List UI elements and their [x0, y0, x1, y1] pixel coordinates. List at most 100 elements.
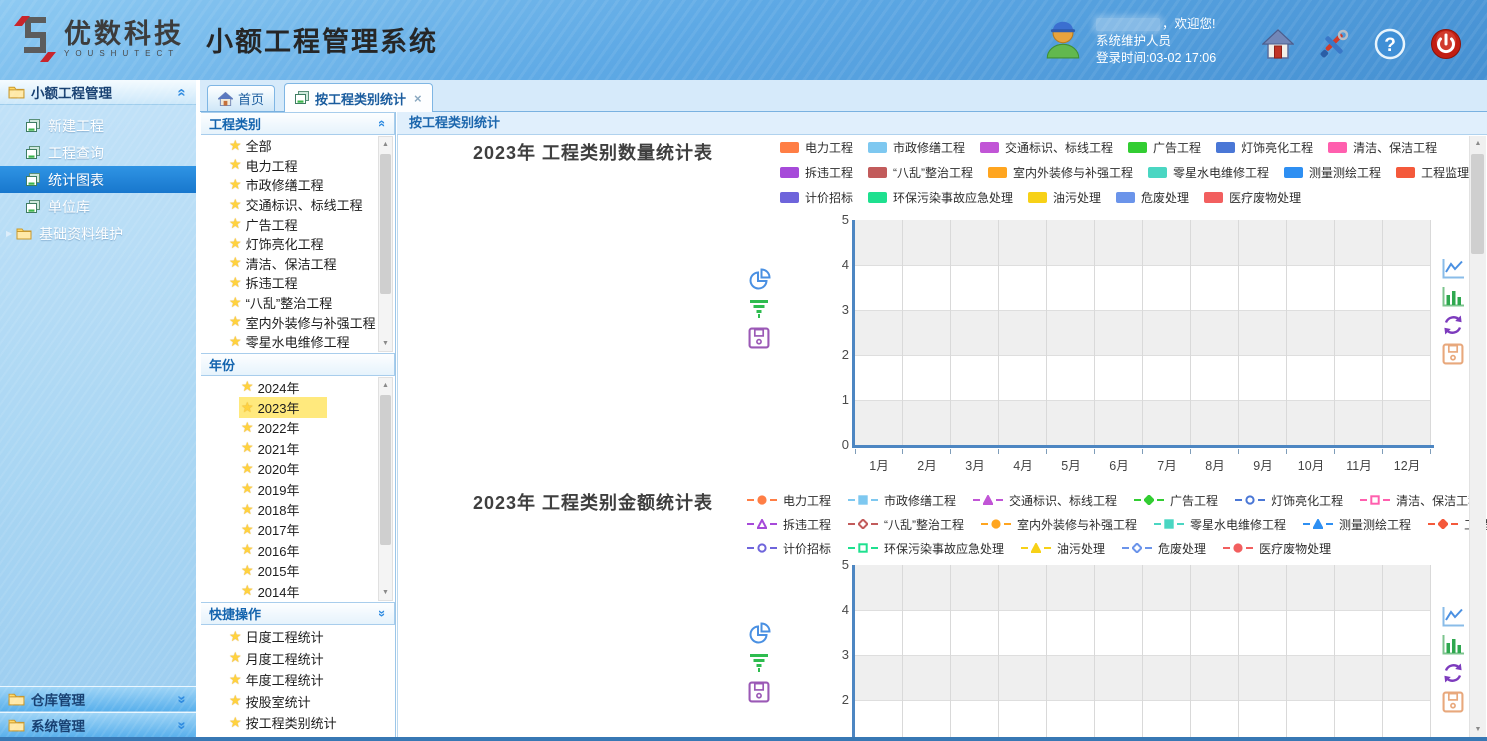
category-list-item-8[interactable]: ★“八乱”整治工程: [201, 293, 379, 313]
year-list-item-1[interactable]: ★2023年: [201, 397, 379, 417]
legend-item-测量测绘工程[interactable]: 测量测绘工程: [1284, 164, 1381, 181]
year-list-item-0[interactable]: ★2024年: [201, 377, 379, 397]
legend-item-市政修缮工程[interactable]: 市政修缮工程: [846, 492, 956, 509]
legend-item-“八乱”整治工程[interactable]: “八乱”整治工程: [846, 516, 964, 533]
year-list-item-9[interactable]: ★2015年: [201, 561, 379, 581]
legend-item-拆违工程[interactable]: 拆违工程: [780, 164, 853, 181]
scroll-down-icon[interactable]: ▼: [1470, 723, 1486, 736]
pie-chart-icon[interactable]: [748, 268, 774, 291]
legend-item-零星水电维修工程[interactable]: 零星水电维修工程: [1152, 516, 1286, 533]
sidebar-group-main[interactable]: 小额工程管理 «: [0, 80, 196, 105]
legend-item-医疗废物处理[interactable]: 医疗废物处理: [1204, 189, 1301, 206]
legend-item-交通标识、标线工程[interactable]: 交通标识、标线工程: [971, 492, 1117, 509]
legend-item-拆违工程[interactable]: 拆违工程: [745, 516, 831, 533]
legend-item-灯饰亮化工程[interactable]: 灯饰亮化工程: [1233, 492, 1343, 509]
line-chart-icon[interactable]: [1442, 606, 1466, 627]
scroll-up-icon[interactable]: ▲: [1470, 137, 1486, 150]
save-icon[interactable]: [748, 327, 774, 349]
tab-home[interactable]: 首页: [207, 85, 275, 111]
collapse-icon[interactable]: «: [173, 88, 190, 96]
legend-item-医疗废物处理[interactable]: 医疗废物处理: [1221, 540, 1331, 557]
home-icon[interactable]: [1262, 28, 1294, 60]
legend-item-广告工程[interactable]: 广告工程: [1128, 139, 1201, 156]
quick-list-item-4[interactable]: ★按工程类别统计: [201, 712, 379, 734]
save-icon[interactable]: [1442, 691, 1466, 713]
scroll-down-icon[interactable]: ▼: [379, 586, 392, 599]
expand-icon[interactable]: »: [173, 721, 190, 729]
year-panel-header[interactable]: 年份: [201, 353, 395, 376]
legend-item-计价招标[interactable]: 计价招标: [745, 540, 831, 557]
legend-item-测量测绘工程[interactable]: 测量测绘工程: [1301, 516, 1411, 533]
legend-item-“八乱”整治工程[interactable]: “八乱”整治工程: [868, 164, 973, 181]
main-scrollbar[interactable]: ▲ ▼: [1469, 136, 1486, 737]
sidebar-group-warehouse[interactable]: 仓库管理 »: [0, 686, 196, 711]
legend-item-清洁、保洁工程[interactable]: 清洁、保洁工程: [1328, 139, 1437, 156]
legend-item-零星水电维修工程[interactable]: 零星水电维修工程: [1148, 164, 1269, 181]
category-list-item-10[interactable]: ★零星水电维修工程: [201, 332, 379, 352]
legend-item-灯饰亮化工程[interactable]: 灯饰亮化工程: [1216, 139, 1313, 156]
legend-item-室内外装修与补强工程[interactable]: 室内外装修与补强工程: [988, 164, 1133, 181]
help-icon[interactable]: ?: [1374, 28, 1406, 60]
category-list-item-0[interactable]: ★全部: [201, 136, 379, 156]
year-list-item-3[interactable]: ★2021年: [201, 438, 379, 458]
category-list-item-2[interactable]: ★市政修缮工程: [201, 175, 379, 195]
year-list-item-2[interactable]: ★2022年: [201, 418, 379, 438]
year-list-item-8[interactable]: ★2016年: [201, 540, 379, 560]
tab-category-stats[interactable]: 按工程类别统计 ×: [284, 83, 433, 112]
category-scrollbar[interactable]: ▲ ▼: [378, 136, 393, 352]
legend-item-清洁、保洁工程[interactable]: 清洁、保洁工程: [1358, 492, 1480, 509]
sidebar-item-3[interactable]: 单位库: [0, 193, 196, 220]
category-list-item-4[interactable]: ★广告工程: [201, 214, 379, 234]
bar-chart-icon[interactable]: [1442, 286, 1466, 307]
save-icon[interactable]: [1442, 343, 1466, 365]
collapse-icon[interactable]: «: [375, 120, 390, 127]
legend-item-危废处理[interactable]: 危废处理: [1120, 540, 1206, 557]
legend-item-环保污染事故应急处理[interactable]: 环保污染事故应急处理: [868, 189, 1013, 206]
sidebar-item-1[interactable]: 工程查询: [0, 139, 196, 166]
refresh-icon[interactable]: [1442, 314, 1466, 336]
category-panel-header[interactable]: 工程类别 «: [201, 112, 395, 135]
close-icon[interactable]: ×: [414, 91, 422, 106]
category-list-item-3[interactable]: ★交通标识、标线工程: [201, 195, 379, 215]
quick-actions-header[interactable]: 快捷操作 »: [201, 602, 395, 625]
quick-list-item-3[interactable]: ★按股室统计: [201, 691, 379, 713]
legend-item-市政修缮工程[interactable]: 市政修缮工程: [868, 139, 965, 156]
scroll-up-icon[interactable]: ▲: [379, 138, 392, 151]
sidebar-item-2[interactable]: 统计图表: [0, 166, 196, 193]
scroll-down-icon[interactable]: ▼: [379, 337, 392, 350]
year-scrollbar[interactable]: ▲ ▼: [378, 377, 393, 601]
legend-item-交通标识、标线工程[interactable]: 交通标识、标线工程: [980, 139, 1113, 156]
bar-chart-icon[interactable]: [1442, 634, 1466, 655]
quick-list-item-0[interactable]: ★日度工程统计: [201, 626, 379, 648]
legend-item-室内外装修与补强工程[interactable]: 室内外装修与补强工程: [979, 516, 1137, 533]
scrollbar-thumb[interactable]: [380, 395, 391, 545]
category-list-item-5[interactable]: ★灯饰亮化工程: [201, 234, 379, 254]
legend-item-环保污染事故应急处理[interactable]: 环保污染事故应急处理: [846, 540, 1004, 557]
legend-item-工程监理[interactable]: 工程监理: [1396, 164, 1469, 181]
legend-item-油污处理[interactable]: 油污处理: [1028, 189, 1101, 206]
tools-icon[interactable]: [1318, 28, 1350, 60]
pie-chart-icon[interactable]: [748, 622, 774, 645]
quick-list-item-2[interactable]: ★年度工程统计: [201, 669, 379, 691]
expand-arrow-icon[interactable]: ▶: [6, 229, 12, 238]
save-icon[interactable]: [748, 681, 774, 703]
expand-icon[interactable]: »: [173, 695, 190, 703]
sidebar-item-4[interactable]: ▶基础资料维护: [0, 220, 196, 247]
funnel-icon[interactable]: [748, 653, 774, 673]
power-icon[interactable]: [1430, 28, 1462, 60]
legend-item-危废处理[interactable]: 危废处理: [1116, 189, 1189, 206]
year-list-item-4[interactable]: ★2020年: [201, 459, 379, 479]
line-chart-icon[interactable]: [1442, 258, 1466, 279]
quick-list-item-1[interactable]: ★月度工程统计: [201, 648, 379, 670]
sidebar-group-system[interactable]: 系统管理 »: [0, 712, 196, 737]
legend-item-电力工程[interactable]: 电力工程: [745, 492, 831, 509]
category-list-item-1[interactable]: ★电力工程: [201, 156, 379, 176]
refresh-icon[interactable]: [1442, 662, 1466, 684]
expand-icon[interactable]: »: [375, 610, 390, 617]
category-list-item-9[interactable]: ★室内外装修与补强工程: [201, 312, 379, 332]
category-list-item-6[interactable]: ★清洁、保洁工程: [201, 254, 379, 274]
scrollbar-thumb[interactable]: [1471, 154, 1484, 254]
category-list-item-7[interactable]: ★拆违工程: [201, 273, 379, 293]
year-list-item-7[interactable]: ★2017年: [201, 520, 379, 540]
legend-item-油污处理[interactable]: 油污处理: [1019, 540, 1105, 557]
